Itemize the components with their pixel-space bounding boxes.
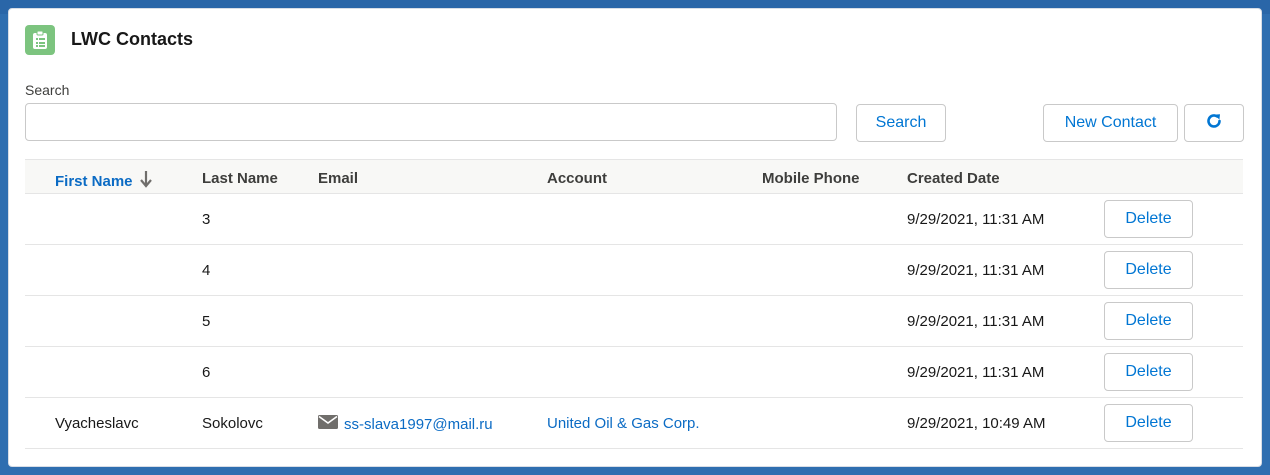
table-row: Vyacheslavc Sokolovc ss-slava1997@mail.r… — [25, 398, 1243, 449]
refresh-button[interactable] — [1184, 104, 1244, 142]
contact-list-icon — [25, 25, 55, 55]
search-label: Search — [25, 82, 70, 98]
table-header: First Name Last Name Email Account Mobil… — [25, 159, 1243, 194]
table-row: 5 9/29/2021, 11:31 AM Delete — [25, 296, 1243, 347]
table-row: 4 9/29/2021, 11:31 AM Delete — [25, 245, 1243, 296]
column-email[interactable]: Email — [318, 170, 358, 187]
column-first-name[interactable]: First Name — [55, 170, 153, 192]
new-contact-button[interactable]: New Contact — [1043, 104, 1178, 142]
refresh-icon — [1205, 112, 1223, 135]
table-row: 6 9/29/2021, 11:31 AM Delete — [25, 347, 1243, 398]
search-input[interactable] — [25, 103, 837, 141]
column-created-date[interactable]: Created Date — [907, 170, 1000, 187]
cell-created-date: 9/29/2021, 11:31 AM — [907, 262, 1045, 279]
contacts-table: First Name Last Name Email Account Mobil… — [25, 159, 1243, 449]
email-link[interactable]: ss-slava1997@mail.ru — [318, 415, 493, 434]
delete-button[interactable]: Delete — [1104, 200, 1193, 238]
cell-last-name: 3 — [202, 211, 211, 228]
delete-button[interactable]: Delete — [1104, 353, 1193, 391]
cell-last-name: Sokolovc — [202, 415, 263, 432]
delete-button[interactable]: Delete — [1104, 404, 1193, 442]
column-mobile-phone[interactable]: Mobile Phone — [762, 170, 860, 187]
cell-account-link[interactable]: United Oil & Gas Corp. — [547, 415, 700, 432]
cell-last-name: 5 — [202, 313, 211, 330]
delete-button[interactable]: Delete — [1104, 251, 1193, 289]
cell-created-date: 9/29/2021, 11:31 AM — [907, 211, 1045, 228]
table-row: 3 9/29/2021, 11:31 AM Delete — [25, 194, 1243, 245]
cell-last-name: 4 — [202, 262, 211, 279]
search-button[interactable]: Search — [856, 104, 946, 142]
contacts-card: LWC Contacts Search Search New Contact F… — [8, 8, 1262, 467]
email-icon — [318, 415, 338, 434]
cell-last-name: 6 — [202, 364, 211, 381]
cell-created-date: 9/29/2021, 10:49 AM — [907, 415, 1046, 432]
cell-created-date: 9/29/2021, 11:31 AM — [907, 364, 1045, 381]
cell-first-name: Vyacheslavc — [55, 415, 139, 432]
column-last-name[interactable]: Last Name — [202, 170, 278, 187]
delete-button[interactable]: Delete — [1104, 302, 1193, 340]
page-title: LWC Contacts — [71, 29, 194, 49]
column-label: First Name — [55, 172, 133, 190]
cell-email: ss-slava1997@mail.ru — [344, 416, 493, 433]
cell-created-date: 9/29/2021, 11:31 AM — [907, 313, 1045, 330]
column-account[interactable]: Account — [547, 170, 607, 187]
sort-arrow-down-icon — [139, 170, 153, 192]
